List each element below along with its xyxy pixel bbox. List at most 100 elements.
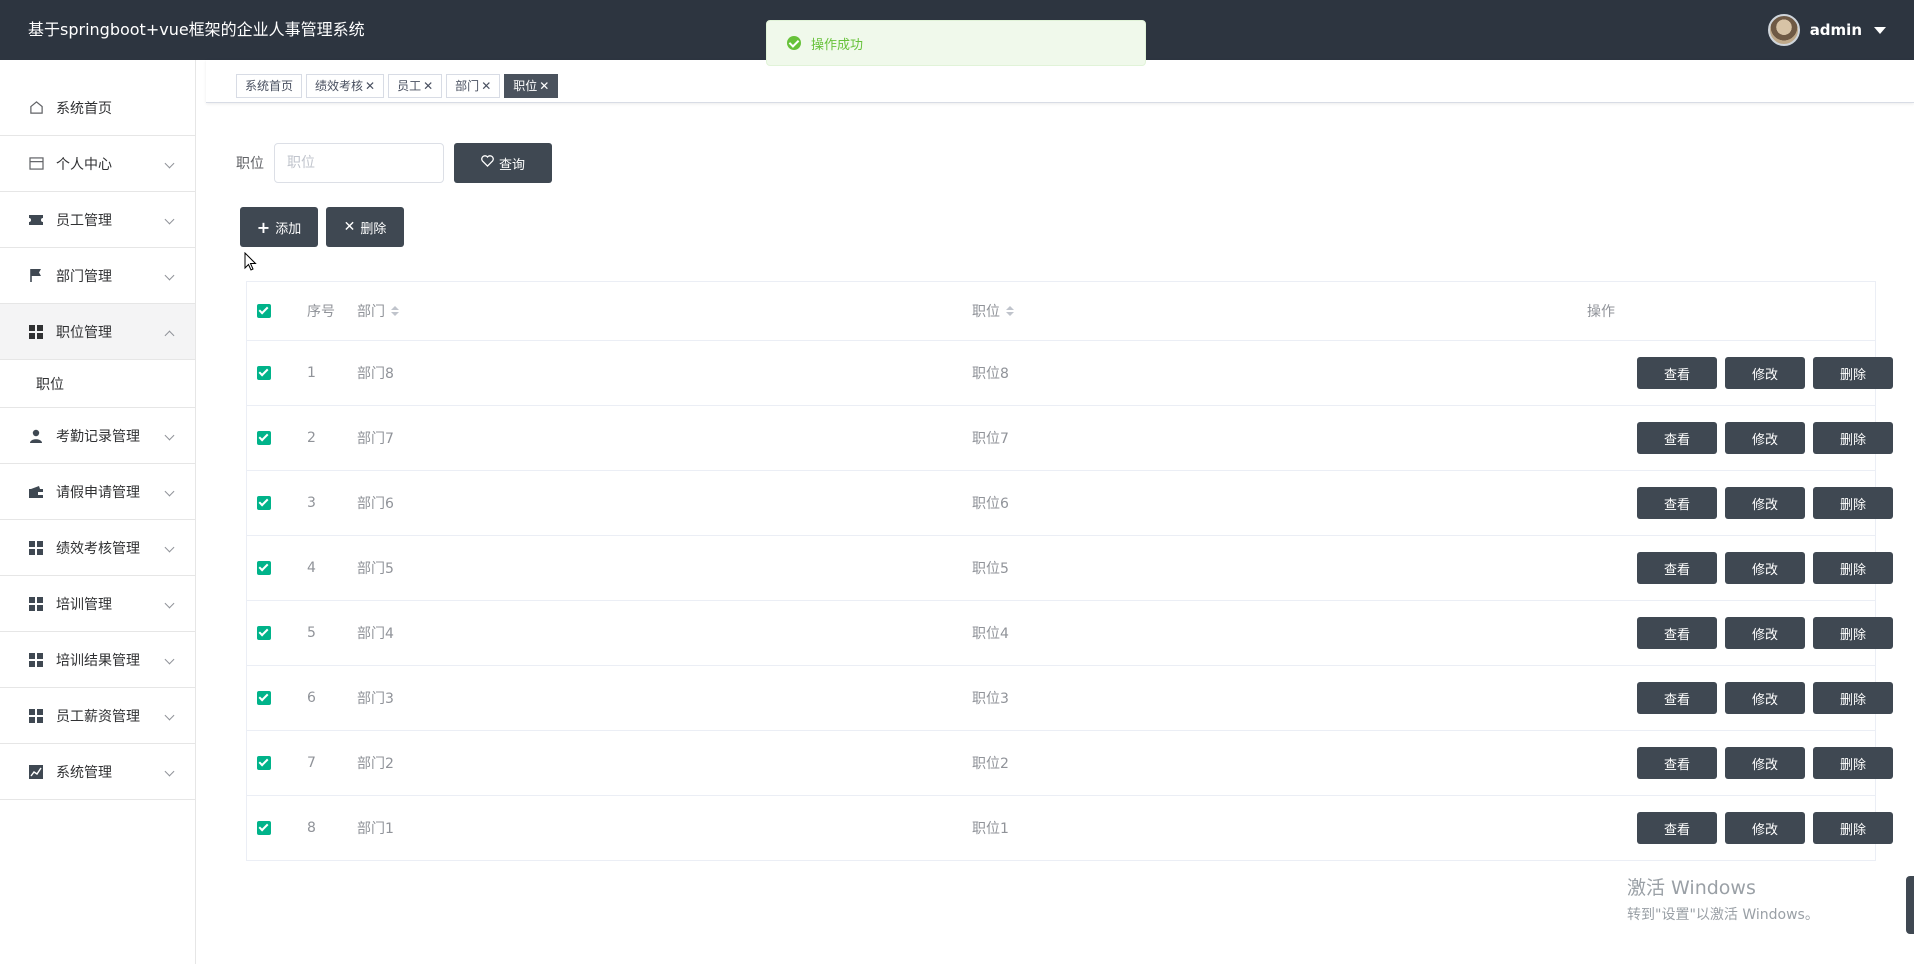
sidebar-item-profile[interactable]: 个人中心 <box>0 136 195 192</box>
tab-employees[interactable]: 员工 ✕ <box>388 74 443 98</box>
delete-button[interactable]: 删除 <box>1813 552 1893 584</box>
delete-button[interactable]: 删除 <box>1813 682 1893 714</box>
sidebar-item-system[interactable]: 系统管理 <box>0 744 195 800</box>
tab-performance[interactable]: 绩效考核 ✕ <box>306 74 385 98</box>
delete-button[interactable]: 删除 <box>1813 617 1893 649</box>
view-button[interactable]: 查看 <box>1637 747 1717 779</box>
row-index: 5 <box>307 625 316 641</box>
sidebar-item-positions[interactable]: 职位管理 <box>0 304 195 360</box>
select-all-checkbox[interactable] <box>257 304 271 318</box>
close-icon: ✕ <box>343 219 356 235</box>
row-checkbox[interactable] <box>257 756 271 770</box>
edit-button[interactable]: 修改 <box>1725 552 1805 584</box>
home-icon <box>28 100 44 116</box>
sidebar-item-training-results[interactable]: 培训结果管理 <box>0 632 195 688</box>
tab-departments[interactable]: 部门 ✕ <box>446 74 501 98</box>
position-search-input[interactable] <box>274 143 444 183</box>
row-checkbox[interactable] <box>257 691 271 705</box>
row-department: 部门2 <box>357 756 394 772</box>
watermark-title: 激活 Windows <box>1627 877 1756 899</box>
delete-button[interactable]: 删除 <box>1813 357 1893 389</box>
tab-home[interactable]: 系统首页 <box>236 74 303 98</box>
view-button[interactable]: 查看 <box>1637 682 1717 714</box>
row-checkbox[interactable] <box>257 821 271 835</box>
chevron-down-icon <box>164 486 175 497</box>
edit-button[interactable]: 修改 <box>1725 487 1805 519</box>
column-header-label: 部门 <box>357 304 385 320</box>
avatar[interactable] <box>1767 14 1800 46</box>
delete-button[interactable]: 删除 <box>1813 812 1893 844</box>
table-row: 8 部门1 职位1 查看 修改 删除 <box>247 796 1893 861</box>
tab-positions[interactable]: 职位 ✕ <box>504 74 559 98</box>
search-button[interactable]: 查询 <box>454 143 552 183</box>
sidebar-item-label: 部门管理 <box>56 268 112 285</box>
tab-label: 绩效考核 <box>315 79 364 93</box>
row-department: 部门8 <box>357 366 394 382</box>
row-checkbox[interactable] <box>257 626 271 640</box>
column-header-position[interactable]: 职位 <box>972 282 1014 340</box>
chevron-up-icon <box>164 330 175 341</box>
edit-button[interactable]: 修改 <box>1725 357 1805 389</box>
side-handle[interactable] <box>1906 876 1914 934</box>
row-checkbox[interactable] <box>257 366 271 380</box>
sidebar-item-departments[interactable]: 部门管理 <box>0 248 195 304</box>
sidebar-item-training[interactable]: 培训管理 <box>0 576 195 632</box>
batch-delete-button[interactable]: ✕ 删除 <box>326 207 404 247</box>
view-button[interactable]: 查看 <box>1637 812 1717 844</box>
sidebar-subitem-position[interactable]: 职位 <box>0 360 195 408</box>
close-icon[interactable]: ✕ <box>539 75 549 97</box>
table-row: 5 部门4 职位4 查看 修改 删除 <box>247 601 1893 666</box>
add-button[interactable]: + 添加 <box>240 207 318 247</box>
row-position: 职位6 <box>972 496 1009 512</box>
row-checkbox[interactable] <box>257 496 271 510</box>
row-department: 部门5 <box>357 561 394 577</box>
edit-button[interactable]: 修改 <box>1725 617 1805 649</box>
chevron-down-icon <box>164 766 175 777</box>
sort-icon[interactable] <box>1006 306 1014 316</box>
close-icon[interactable]: ✕ <box>481 75 491 97</box>
user-name[interactable]: admin <box>1810 21 1862 39</box>
row-position: 职位2 <box>972 756 1009 772</box>
delete-button[interactable]: 删除 <box>1813 422 1893 454</box>
user-menu[interactable]: admin <box>1767 0 1886 60</box>
column-header-department[interactable]: 部门 <box>357 282 399 340</box>
sidebar-item-employees[interactable]: 员工管理 <box>0 192 195 248</box>
sidebar-item-leave[interactable]: 请假申请管理 <box>0 464 195 520</box>
table-header: 序号 部门 职位 操作 <box>247 282 1875 341</box>
sidebar-item-salary[interactable]: 员工薪资管理 <box>0 688 195 744</box>
row-checkbox[interactable] <box>257 431 271 445</box>
sidebar-item-home[interactable]: 系统首页 <box>0 80 195 136</box>
edit-button[interactable]: 修改 <box>1725 422 1805 454</box>
edit-button[interactable]: 修改 <box>1725 682 1805 714</box>
wallet-icon <box>28 484 44 500</box>
edit-button[interactable]: 修改 <box>1725 812 1805 844</box>
view-button[interactable]: 查看 <box>1637 552 1717 584</box>
caret-down-icon[interactable] <box>1874 26 1886 34</box>
delete-button[interactable]: 删除 <box>1813 487 1893 519</box>
ticket-icon <box>28 212 44 228</box>
view-button[interactable]: 查看 <box>1637 357 1717 389</box>
row-checkbox[interactable] <box>257 561 271 575</box>
edit-button[interactable]: 修改 <box>1725 747 1805 779</box>
flag-icon <box>28 268 44 284</box>
app-title: 基于springboot+vue框架的企业人事管理系统 <box>28 20 365 39</box>
row-department: 部门3 <box>357 691 394 707</box>
row-index: 2 <box>307 430 316 446</box>
sidebar-item-performance[interactable]: 绩效考核管理 <box>0 520 195 576</box>
row-index: 3 <box>307 495 316 511</box>
chevron-down-icon <box>164 158 175 169</box>
chevron-down-icon <box>164 542 175 553</box>
view-button[interactable]: 查看 <box>1637 487 1717 519</box>
watermark-subtitle: 转到"设置"以激活 Windows。 <box>1627 907 1819 923</box>
search-button-label: 查询 <box>498 157 525 173</box>
delete-button[interactable]: 删除 <box>1813 747 1893 779</box>
view-button[interactable]: 查看 <box>1637 422 1717 454</box>
close-icon[interactable]: ✕ <box>423 75 433 97</box>
toast-message: 操作成功 <box>811 37 864 53</box>
sidebar-item-attendance[interactable]: 考勤记录管理 <box>0 408 195 464</box>
view-button[interactable]: 查看 <box>1637 617 1717 649</box>
close-icon[interactable]: ✕ <box>365 75 375 97</box>
sidebar-item-label: 培训结果管理 <box>56 652 140 669</box>
sidebar-item-label: 绩效考核管理 <box>56 540 140 557</box>
sort-icon[interactable] <box>391 306 399 316</box>
